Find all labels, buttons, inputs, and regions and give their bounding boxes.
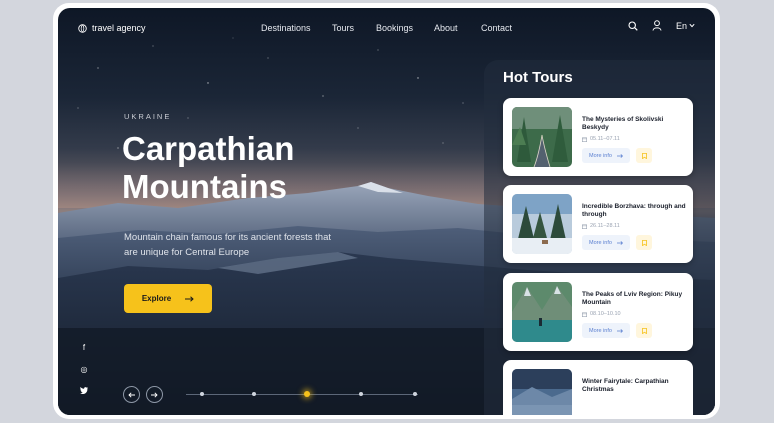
instagram-icon[interactable]: ◎ xyxy=(79,365,89,374)
hot-tours-title: Hot Tours xyxy=(503,69,573,86)
next-slide-button[interactable] xyxy=(146,386,163,403)
more-info-label: More info xyxy=(589,239,612,246)
tour-image-mountain-lake xyxy=(512,282,572,342)
header-actions: En xyxy=(628,20,695,31)
calendar-icon xyxy=(582,137,587,142)
slider-track xyxy=(186,394,418,395)
more-info-label: More info xyxy=(589,152,612,159)
tour-card[interactable]: Winter Fairytale: Carpathian Christmas xyxy=(503,360,693,415)
calendar-icon xyxy=(582,312,587,317)
hero-country: UKRAINE xyxy=(124,112,172,121)
more-info-button[interactable]: More info xyxy=(582,148,630,163)
nav-item-contact[interactable]: Contact xyxy=(481,23,512,33)
calendar-icon xyxy=(582,224,587,229)
language-selector[interactable]: En xyxy=(676,21,695,31)
tour-title: The Peaks of Lviv Region: Pikuy Mountain xyxy=(582,291,683,306)
explore-label: Explore xyxy=(141,294,172,303)
nav-item-tours[interactable]: Tours xyxy=(332,23,354,33)
arrow-right-icon xyxy=(616,153,623,158)
slide-dot-4[interactable] xyxy=(359,392,363,396)
tour-card[interactable]: The Mysteries of Skolivski Beskydy 05.11… xyxy=(503,98,693,176)
chevron-down-icon xyxy=(689,23,695,28)
hero-title: Carpathian Mountains xyxy=(122,130,294,206)
more-info-label: More info xyxy=(589,327,612,334)
tour-card[interactable]: The Peaks of Lviv Region: Pikuy Mountain… xyxy=(503,273,693,351)
bookmark-button[interactable] xyxy=(636,235,652,250)
facebook-icon[interactable]: f xyxy=(79,343,89,352)
arrow-right-icon xyxy=(616,328,623,333)
arrow-right-icon xyxy=(185,295,194,302)
nav-item-bookings[interactable]: Bookings xyxy=(376,23,413,33)
tour-date-text: 26.11–28.11 xyxy=(590,223,620,229)
arrow-right-icon xyxy=(151,391,158,398)
slide-dot-5[interactable] xyxy=(413,392,417,396)
arrow-right-icon xyxy=(616,240,623,245)
bookmark-icon xyxy=(641,327,647,334)
hero-title-line1: Carpathian xyxy=(122,130,295,167)
arrow-left-icon xyxy=(128,391,135,398)
slide-dot-1[interactable] xyxy=(200,392,204,396)
language-label: En xyxy=(675,20,687,31)
slide-dot-3-active[interactable] xyxy=(304,391,310,397)
tour-title: Winter Fairytale: Carpathian Christmas xyxy=(582,378,669,393)
bookmark-button[interactable] xyxy=(636,148,652,163)
search-icon[interactable] xyxy=(628,20,638,31)
tour-date-text: 08.10–10.10 xyxy=(590,311,621,317)
more-info-button[interactable]: More info xyxy=(582,323,630,338)
tour-date: 26.11–28.11 xyxy=(582,223,620,229)
nav-item-about[interactable]: About xyxy=(434,23,458,33)
tour-card-clip: Winter Fairytale: Carpathian Christmas xyxy=(503,360,693,415)
hero-description: Mountain chain famous for its ancient fo… xyxy=(124,232,331,258)
tour-image-winter-lake xyxy=(512,369,572,415)
prev-slide-button[interactable] xyxy=(123,386,140,403)
tour-image-forest-road xyxy=(512,107,572,167)
tour-image-snowy-forest xyxy=(512,194,572,254)
tour-title: Incredible Borzhava: through and through xyxy=(582,203,686,218)
tour-date-text: 05.11–07.11 xyxy=(590,136,620,142)
slide-dot-2[interactable] xyxy=(252,392,256,396)
bookmark-icon xyxy=(641,152,647,159)
twitter-icon[interactable] xyxy=(79,387,89,396)
tour-date: 05.11–07.11 xyxy=(582,136,620,142)
bookmark-icon xyxy=(641,239,647,246)
hero-title-line2: Mountains xyxy=(122,168,287,205)
brand-name: travel agency xyxy=(92,23,146,33)
bookmark-button[interactable] xyxy=(636,323,652,338)
nav-item-destinations[interactable]: Destinations xyxy=(261,23,311,33)
tour-date: 08.10–10.10 xyxy=(582,311,621,317)
brand-logo[interactable]: travel agency xyxy=(78,23,146,33)
globe-icon xyxy=(78,23,87,33)
tour-card[interactable]: Incredible Borzhava: through and through… xyxy=(503,185,693,263)
more-info-button[interactable]: More info xyxy=(582,235,630,250)
explore-button[interactable]: Explore xyxy=(124,284,212,313)
user-icon[interactable] xyxy=(652,20,662,31)
tour-title: The Mysteries of Skolivski Beskydy xyxy=(582,116,664,131)
